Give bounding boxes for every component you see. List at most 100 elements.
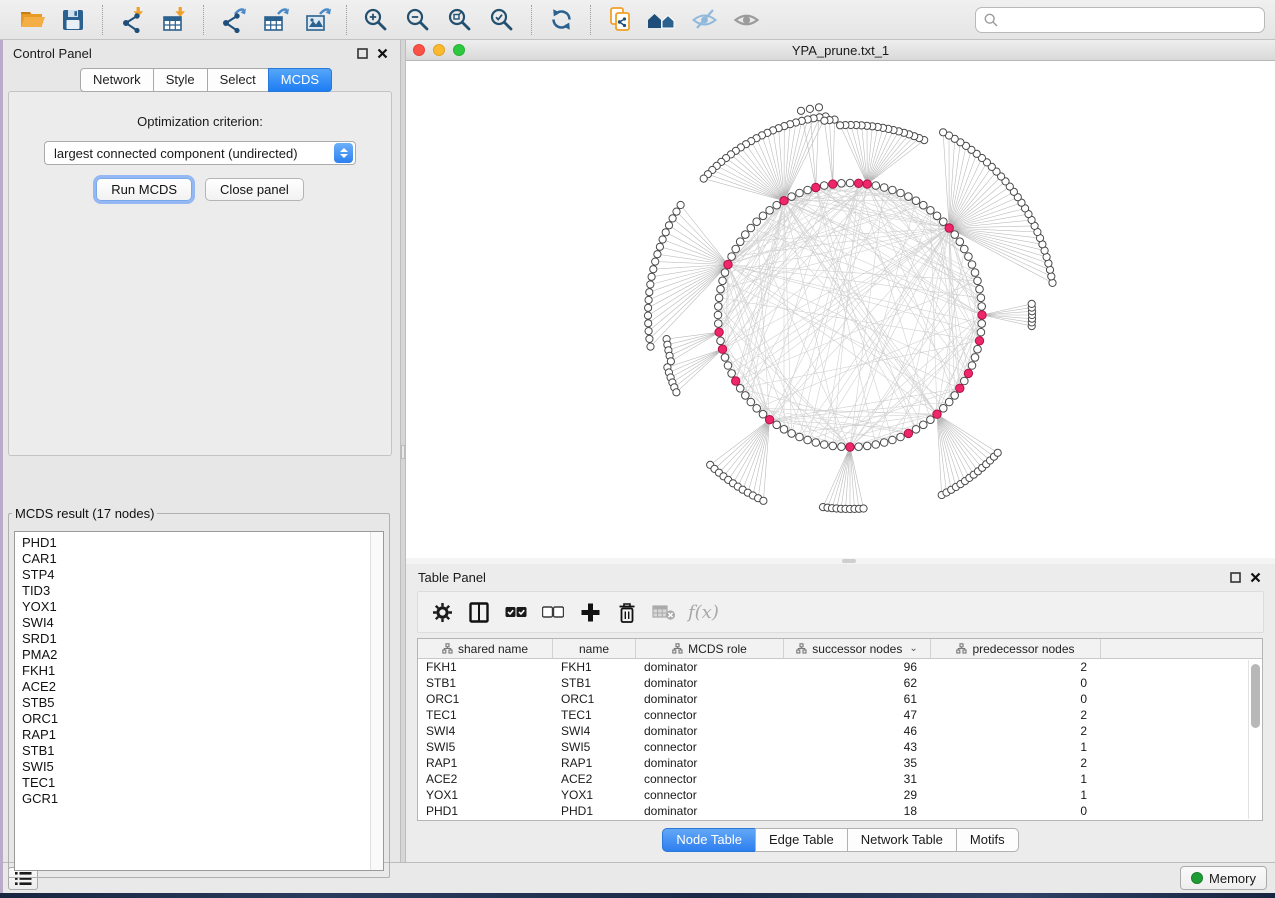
graph-node[interactable] (863, 442, 871, 450)
graph-node[interactable] (846, 179, 854, 187)
graph-node[interactable] (747, 398, 755, 406)
network-graph-canvas[interactable] (406, 61, 1275, 558)
graph-node[interactable] (945, 398, 953, 406)
graph-node[interactable] (812, 439, 820, 447)
import-network-icon[interactable] (115, 4, 149, 36)
graph-node[interactable] (965, 253, 973, 261)
graph-node[interactable] (724, 362, 732, 370)
graph-node[interactable] (820, 182, 828, 190)
table-row[interactable]: TEC1TEC1connector472 (418, 707, 1262, 723)
graph-node[interactable] (806, 105, 813, 112)
graph-node[interactable] (971, 354, 979, 362)
graph-node[interactable] (804, 436, 812, 444)
table-row[interactable]: YOX1YOX1connector291 (418, 787, 1262, 803)
column-header-successor-nodes[interactable]: successor nodes⌄ (784, 639, 931, 658)
graph-node[interactable] (838, 180, 846, 188)
table-row[interactable]: STB1STB1dominator620 (418, 675, 1262, 691)
graph-node[interactable] (719, 277, 727, 285)
graph-node[interactable] (1049, 279, 1056, 286)
graph-hub-node[interactable] (854, 179, 862, 187)
graph-node[interactable] (773, 201, 781, 209)
graph-node[interactable] (646, 289, 653, 296)
graph-node[interactable] (804, 186, 812, 194)
table-row[interactable]: ACE2ACE2connector311 (418, 771, 1262, 787)
table-row[interactable]: SWI5SWI5connector431 (418, 739, 1262, 755)
tab-style[interactable]: Style (153, 68, 207, 92)
graph-hub-node[interactable] (829, 180, 837, 188)
export-table-icon[interactable] (258, 4, 292, 36)
tab-node-table[interactable]: Node Table (662, 828, 755, 852)
graph-node[interactable] (838, 443, 846, 451)
tab-edge-table[interactable]: Edge Table (755, 828, 847, 852)
select-all-rows-icon[interactable] (501, 597, 531, 627)
column-header-MCDS-role[interactable]: MCDS role (636, 639, 784, 658)
zoom-out-icon[interactable] (401, 4, 435, 36)
graph-node[interactable] (759, 410, 767, 418)
graph-node[interactable] (889, 436, 897, 444)
graph-node[interactable] (897, 189, 905, 197)
table-row[interactable]: RAP1RAP1dominator352 (418, 755, 1262, 771)
graph-node[interactable] (788, 193, 796, 201)
result-node-item[interactable]: FKH1 (22, 663, 370, 679)
graph-node[interactable] (920, 421, 928, 429)
graph-node[interactable] (644, 312, 651, 319)
graph-node[interactable] (742, 392, 750, 400)
graph-node[interactable] (940, 129, 947, 136)
graph-node[interactable] (796, 433, 804, 441)
graph-node[interactable] (742, 231, 750, 239)
column-header-predecessor-nodes[interactable]: predecessor nodes (931, 639, 1101, 658)
graph-node[interactable] (994, 449, 1001, 456)
graph-node[interactable] (912, 426, 920, 434)
open-file-icon[interactable] (14, 4, 48, 36)
table-row[interactable]: PHD1PHD1dominator180 (418, 803, 1262, 819)
graph-node[interactable] (714, 311, 722, 319)
first-neighbors-icon[interactable] (645, 4, 679, 36)
graph-node[interactable] (940, 218, 948, 226)
tab-mcds[interactable]: MCDS (268, 68, 332, 92)
graph-node[interactable] (773, 421, 781, 429)
graph-node[interactable] (788, 430, 796, 438)
graph-node[interactable] (753, 218, 761, 226)
graph-node[interactable] (650, 266, 657, 273)
graph-hub-node[interactable] (765, 416, 773, 424)
graph-hub-node[interactable] (724, 260, 732, 268)
graph-node[interactable] (933, 212, 941, 220)
result-node-item[interactable]: SWI4 (22, 615, 370, 631)
graph-node[interactable] (855, 443, 863, 451)
table-row[interactable]: SWI4SWI4dominator462 (418, 723, 1262, 739)
close-panel-button[interactable]: Close panel (205, 178, 304, 201)
graph-node[interactable] (815, 104, 822, 111)
graph-hub-node[interactable] (978, 311, 986, 319)
delete-columns-icon[interactable] (612, 597, 642, 627)
graph-node[interactable] (717, 337, 725, 345)
graph-hub-node[interactable] (933, 410, 941, 418)
graph-node[interactable] (912, 197, 920, 205)
show-graphics-icon[interactable] (729, 4, 763, 36)
graph-hub-node[interactable] (904, 429, 912, 437)
zoom-selected-icon[interactable] (485, 4, 519, 36)
graph-hub-node[interactable] (715, 328, 723, 336)
graph-node[interactable] (753, 405, 761, 413)
graph-node[interactable] (978, 303, 986, 311)
graph-node[interactable] (654, 251, 661, 258)
result-node-item[interactable]: ACE2 (22, 679, 370, 695)
splitter-grip[interactable] (842, 559, 856, 563)
graph-node[interactable] (920, 201, 928, 209)
hide-graphics-icon[interactable] (687, 4, 721, 36)
graph-node[interactable] (747, 224, 755, 232)
float-panel-icon[interactable] (1227, 570, 1243, 586)
graph-node[interactable] (673, 208, 680, 215)
result-node-item[interactable]: YOX1 (22, 599, 370, 615)
graph-node[interactable] (1048, 273, 1055, 280)
show-columns-icon[interactable] (464, 597, 494, 627)
graph-node[interactable] (715, 320, 723, 328)
graph-node[interactable] (1028, 300, 1035, 307)
float-panel-icon[interactable] (354, 45, 370, 61)
graph-node[interactable] (677, 201, 684, 208)
graph-node[interactable] (872, 182, 880, 190)
result-node-item[interactable]: SRD1 (22, 631, 370, 647)
graph-node[interactable] (977, 294, 985, 302)
graph-node[interactable] (665, 222, 672, 229)
zoom-in-icon[interactable] (359, 4, 393, 36)
result-node-item[interactable]: SWI5 (22, 759, 370, 775)
